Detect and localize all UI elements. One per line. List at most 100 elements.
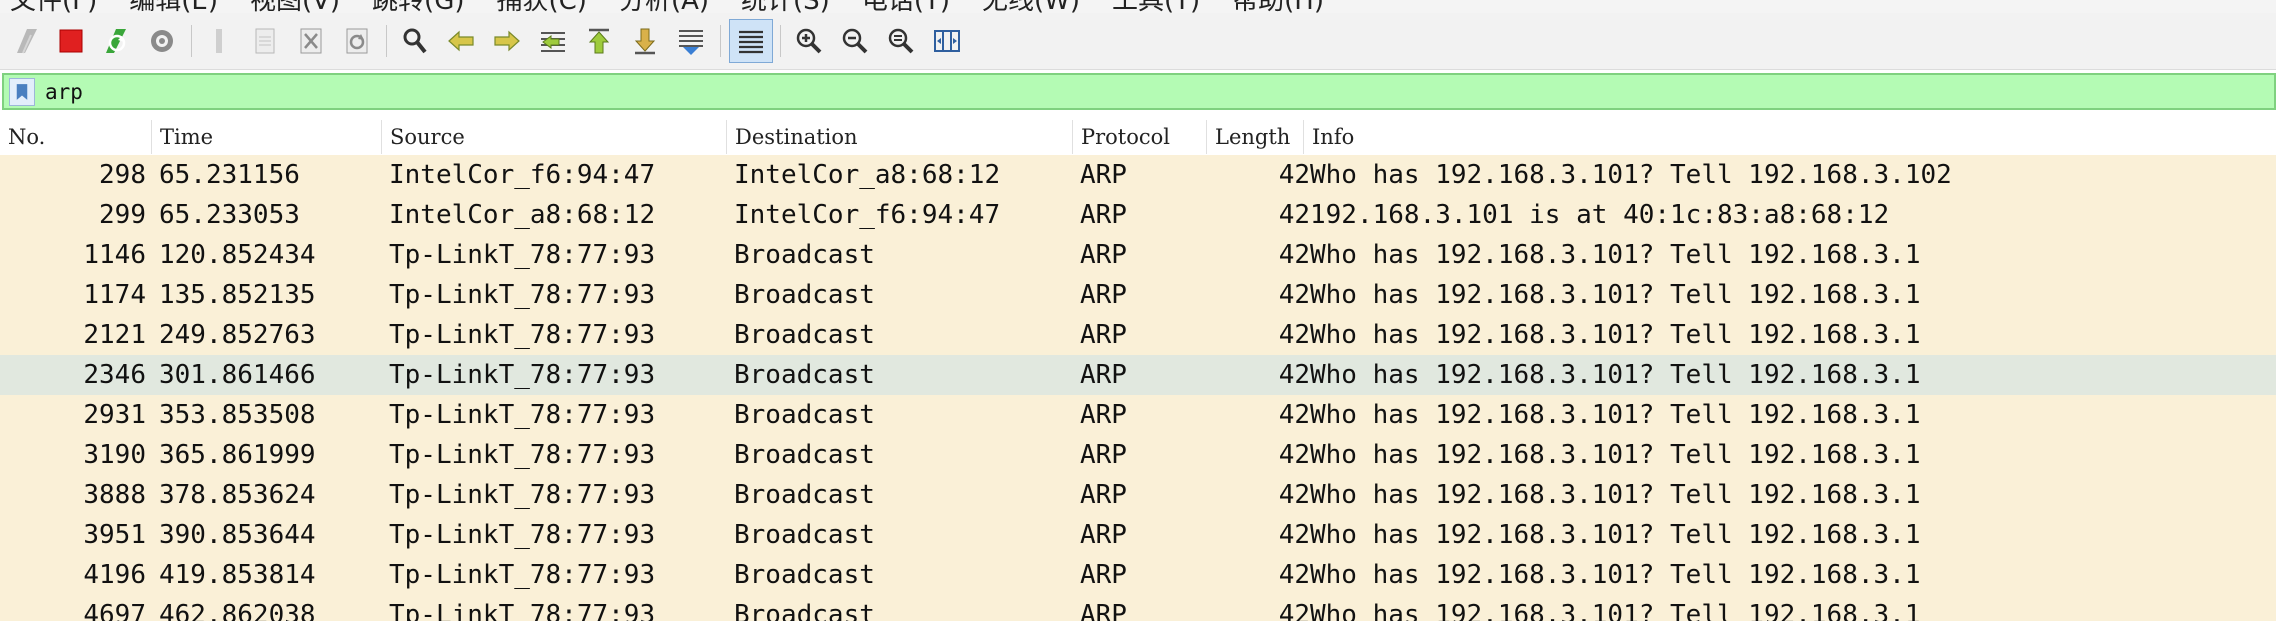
packet-no-cell: 3190 [83,440,146,470]
column-header-destination[interactable]: Destination [727,120,1073,154]
display-filter-input[interactable] [45,79,2195,104]
packet-length-cell: 42 [1278,480,1310,510]
packet-row[interactable]: 2346 301.861466 Tp-LinkT_78:77:93 Broadcast… [0,355,2276,395]
save-file-icon[interactable] [243,19,287,63]
packet-no-cell: 4697 [83,600,146,621]
packet-time-cell: 65.233053 [159,200,300,230]
packet-source-cell: Tp-LinkT_78:77:93 [389,360,656,390]
packet-time-cell: 249.852763 [159,320,316,350]
wireshark-window: 文件(F) 编辑(E) 视图(V) 跳转(G) 捕获(C) 分析(A) 统计(S… [0,0,2276,621]
packet-source-cell: Tp-LinkT_78:77:93 [389,240,656,270]
packet-destination-cell: Broadcast [734,320,875,350]
zoom-out-icon[interactable] [833,19,877,63]
open-file-icon[interactable] [197,19,241,63]
packet-row[interactable]: 4196 419.853814 Tp-LinkT_78:77:93 Broadcast… [0,555,2276,595]
filter-bookmark-button[interactable] [9,77,35,106]
packet-protocol-cell: ARP [1080,520,1127,550]
packet-destination-cell: Broadcast [734,240,875,270]
packet-protocol-cell: ARP [1080,400,1127,430]
go-back-icon[interactable] [439,19,483,63]
packet-protocol-cell: ARP [1080,360,1127,390]
packet-protocol-cell: ARP [1080,440,1127,470]
packet-source-cell: Tp-LinkT_78:77:93 [389,520,656,550]
packet-source-cell: Tp-LinkT_78:77:93 [389,600,656,621]
packet-destination-cell: IntelCor_f6:94:47 [734,200,1001,230]
packet-destination-cell: Broadcast [734,600,875,621]
packet-source-cell: Tp-LinkT_78:77:93 [389,440,656,470]
packet-destination-cell: Broadcast [734,480,875,510]
packet-length-cell: 42 [1278,440,1310,470]
start-capture-icon[interactable] [5,19,49,63]
packet-length-cell: 42 [1278,320,1310,350]
packet-info-cell: Who has 192.168.3.101? Tell 192.168.3.1 [1310,440,1921,470]
packet-length-cell: 42 [1278,200,1310,230]
packet-destination-cell: Broadcast [734,360,875,390]
packet-source-cell: IntelCor_f6:94:47 [389,160,656,190]
packet-destination-cell: IntelCor_a8:68:12 [734,160,1001,190]
packet-time-cell: 462.862038 [159,600,316,621]
packet-info-cell: Who has 192.168.3.101? Tell 192.168.3.1 [1310,320,1921,350]
find-packet-icon[interactable] [393,19,437,63]
first-packet-icon[interactable] [577,19,621,63]
packet-no-cell: 2931 [83,400,146,430]
reload-file-icon[interactable] [335,19,379,63]
packet-length-cell: 42 [1278,240,1310,270]
close-file-icon[interactable] [289,19,333,63]
packet-length-cell: 42 [1278,520,1310,550]
packet-info-cell: Who has 192.168.3.101? Tell 192.168.3.1 [1310,480,1921,510]
packet-time-cell: 301.861466 [159,360,316,390]
column-header-no[interactable]: No. [0,120,152,154]
colorize-icon[interactable] [729,19,773,63]
packet-protocol-cell: ARP [1080,160,1127,190]
packet-info-cell: Who has 192.168.3.101? Tell 192.168.3.1 [1310,560,1921,590]
packet-protocol-cell: ARP [1080,480,1127,510]
go-to-packet-icon[interactable] [531,19,575,63]
packet-row[interactable]: 1146 120.852434 Tp-LinkT_78:77:93 Broadcast… [0,235,2276,275]
packet-row[interactable]: 3888 378.853624 Tp-LinkT_78:77:93 Broadcast… [0,475,2276,515]
packet-length-cell: 42 [1278,360,1310,390]
packet-info-cell: Who has 192.168.3.101? Tell 192.168.3.1 [1310,360,1921,390]
packet-row[interactable]: 4697 462.862038 Tp-LinkT_78:77:93 Broadcast… [0,595,2276,621]
packet-row[interactable]: 2121 249.852763 Tp-LinkT_78:77:93 Broadcast… [0,315,2276,355]
packet-source-cell: IntelCor_a8:68:12 [389,200,656,230]
restart-capture-icon[interactable] [94,19,138,63]
zoom-in-icon[interactable] [787,19,831,63]
packet-row[interactable]: 1174 135.852135 Tp-LinkT_78:77:93 Broadcast… [0,275,2276,315]
packet-info-cell: 192.168.3.101 is at 40:1c:83:a8:68:12 [1310,200,1890,230]
packet-source-cell: Tp-LinkT_78:77:93 [389,320,656,350]
packet-no-cell: 3951 [83,520,146,550]
packet-destination-cell: Broadcast [734,520,875,550]
packet-row[interactable]: 3190 365.861999 Tp-LinkT_78:77:93 Broadcast… [0,435,2276,475]
packet-info-cell: Who has 192.168.3.101? Tell 192.168.3.1 [1310,240,1921,270]
column-header-length[interactable]: Length [1207,120,1304,154]
packet-info-cell: Who has 192.168.3.101? Tell 192.168.3.1 [1310,600,1921,621]
packet-row[interactable]: 2931 353.853508 Tp-LinkT_78:77:93 Broadcast… [0,395,2276,435]
last-packet-icon[interactable] [623,19,667,63]
capture-options-icon[interactable] [140,19,184,63]
column-header-time[interactable]: Time [152,120,382,154]
packet-info-cell: Who has 192.168.3.101? Tell 192.168.3.1 [1310,280,1921,310]
packet-no-cell: 298 [99,160,146,190]
packet-time-cell: 135.852135 [159,280,316,310]
normal-size-icon[interactable] [879,19,923,63]
column-header-source[interactable]: Source [382,120,727,154]
packet-time-cell: 390.853644 [159,520,316,550]
packet-length-cell: 42 [1278,600,1310,621]
packet-row[interactable]: 298 65.231156 IntelCor_f6:94:47 IntelCor_a8… [0,155,2276,195]
packet-no-cell: 3888 [83,480,146,510]
resize-columns-icon[interactable] [925,19,969,63]
column-header-protocol[interactable]: Protocol [1073,120,1207,154]
packet-time-cell: 419.853814 [159,560,316,590]
packet-no-cell: 2346 [83,360,146,390]
display-filter-bar [2,73,2276,110]
packet-row[interactable]: 299 65.233053 IntelCor_a8:68:12 IntelCor_f6… [0,195,2276,235]
column-header-info[interactable]: Info [1304,120,2276,154]
go-forward-icon[interactable] [485,19,529,63]
packet-row[interactable]: 3951 390.853644 Tp-LinkT_78:77:93 Broadcast… [0,515,2276,555]
stop-capture-icon[interactable] [49,19,93,63]
packet-length-cell: 42 [1278,160,1310,190]
auto-scroll-icon[interactable] [669,19,713,63]
packet-no-cell: 2121 [83,320,146,350]
packet-time-cell: 365.861999 [159,440,316,470]
packet-protocol-cell: ARP [1080,200,1127,230]
